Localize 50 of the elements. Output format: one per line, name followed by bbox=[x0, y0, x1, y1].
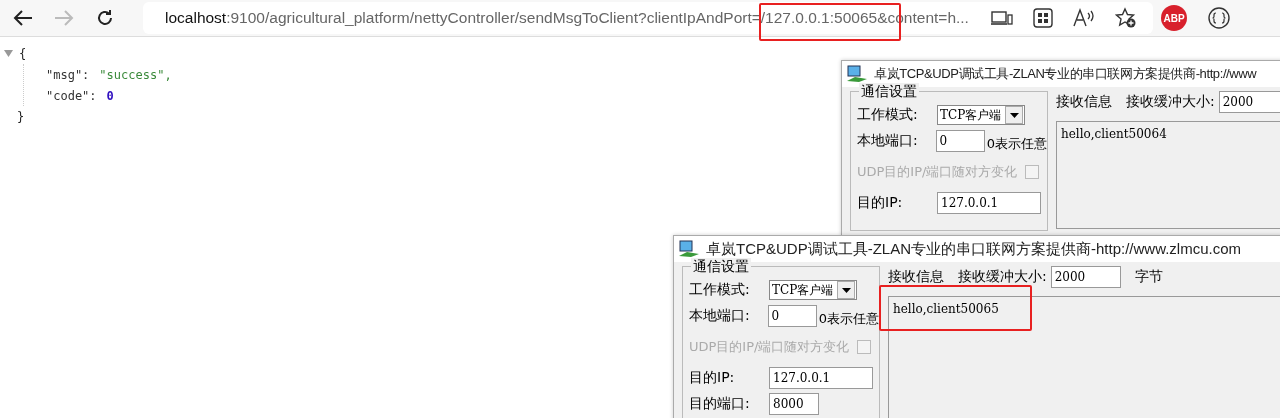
collapse-toggle-icon[interactable] bbox=[4, 50, 13, 57]
buffer-label: 接收缓冲大小: bbox=[958, 268, 1047, 286]
json-value: 0 bbox=[106, 88, 114, 103]
field-label: 目的端口: bbox=[689, 395, 751, 413]
app-icon bbox=[846, 65, 868, 83]
input-field[interactable]: 8000 bbox=[769, 393, 819, 415]
checkbox[interactable] bbox=[857, 340, 872, 354]
field-label: 本地端口: bbox=[857, 132, 919, 150]
group-title: 通信设置 bbox=[859, 83, 919, 101]
checkbox-label: UDP目的IP/端口随对方变化 bbox=[689, 338, 850, 356]
json-key: "code": bbox=[46, 88, 97, 103]
checkbox[interactable] bbox=[1025, 165, 1040, 179]
app-icon bbox=[678, 240, 700, 258]
adblock-extension-button[interactable]: ABP bbox=[1161, 5, 1187, 31]
field-label: 目的IP: bbox=[857, 194, 904, 212]
read-aloud-icon[interactable] bbox=[1072, 8, 1095, 28]
back-arrow-icon[interactable] bbox=[12, 9, 34, 27]
field-hint: 0表示任意 bbox=[986, 135, 1047, 153]
favorite-add-icon[interactable] bbox=[1114, 7, 1137, 29]
input-field[interactable]: 127.0.0.1 bbox=[937, 192, 1041, 214]
json-brace: } bbox=[17, 109, 25, 124]
buffer-label: 接收缓冲大小: bbox=[1126, 93, 1215, 111]
checkbox-label: UDP目的IP/端口随对方变化 bbox=[857, 163, 1018, 181]
group-title: 通信设置 bbox=[691, 258, 751, 276]
window-title: 卓岚TCP&UDP调试工具-ZLAN专业的串口联网方案提供商-http://www bbox=[874, 65, 1257, 83]
unit-label: 字节 bbox=[1134, 268, 1163, 286]
receive-label: 接收信息 bbox=[888, 268, 944, 286]
field-hint: 0表示任意 bbox=[818, 310, 879, 328]
json-value: "success", bbox=[99, 67, 172, 82]
input-field[interactable]: 0 bbox=[767, 305, 817, 327]
input-field[interactable]: 0 bbox=[935, 130, 985, 152]
devices-icon[interactable] bbox=[990, 9, 1013, 27]
field-label: 工作模式: bbox=[857, 106, 919, 124]
reload-icon[interactable] bbox=[95, 8, 115, 28]
receive-text-area[interactable]: hello,client50064 bbox=[1056, 121, 1280, 229]
receive-text-area[interactable]: hello,client50065 bbox=[888, 296, 1280, 418]
field-label: 本地端口: bbox=[689, 307, 751, 325]
extension-icon[interactable] bbox=[1207, 6, 1231, 30]
receive-label: 接收信息 bbox=[1056, 93, 1112, 111]
field-label: 目的IP: bbox=[689, 369, 736, 387]
apps-grid-icon[interactable] bbox=[1032, 8, 1053, 28]
buffer-size-field[interactable]: 2000 bbox=[1218, 91, 1280, 113]
window-title: 卓岚TCP&UDP调试工具-ZLAN专业的串口联网方案提供商-http://www.zlmcu.com bbox=[706, 239, 1242, 259]
input-field[interactable]: 127.0.0.1 bbox=[769, 367, 873, 389]
mode-dropdown[interactable]: TCP客户端 bbox=[937, 105, 1025, 125]
buffer-size-field[interactable]: 2000 bbox=[1050, 266, 1121, 288]
json-brace: { bbox=[19, 46, 27, 61]
mode-dropdown[interactable]: TCP客户端 bbox=[769, 280, 857, 300]
field-label: 工作模式: bbox=[689, 281, 751, 299]
json-key: "msg": bbox=[46, 67, 90, 82]
